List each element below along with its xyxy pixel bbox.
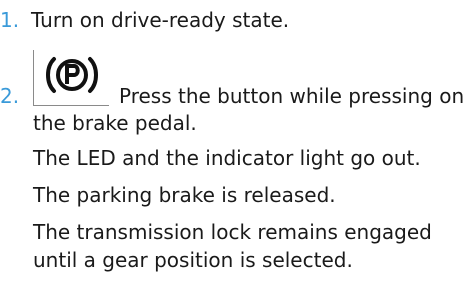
result-brake-released: The parking brake is released.	[33, 183, 336, 207]
step-2-text-line2: the brake pedal.	[33, 111, 197, 135]
parking-brake-p-icon	[46, 57, 98, 93]
result-transmission-lock-line2: until a gear position is selected.	[33, 248, 353, 272]
step-1-text: Turn on drive-ready state.	[31, 8, 290, 32]
step-1-number: 1.	[0, 8, 20, 32]
step-2-text-line1: Press the button while pressing on	[119, 84, 465, 108]
step-2-number: 2.	[0, 84, 20, 108]
parking-brake-button-icon	[33, 50, 109, 106]
result-led-off: The LED and the indicator light go out.	[33, 146, 421, 170]
result-transmission-lock-line1: The transmission lock remains engaged	[33, 220, 432, 244]
